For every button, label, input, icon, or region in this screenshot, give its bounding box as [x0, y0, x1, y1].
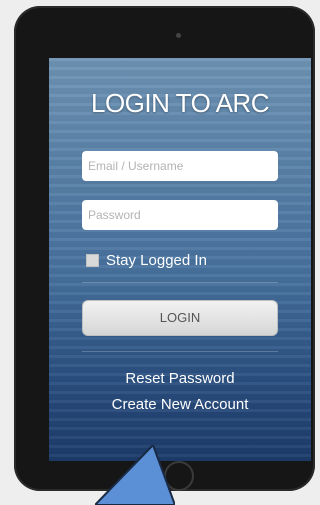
camera-icon — [176, 33, 181, 38]
pointer-arrow-icon — [95, 445, 175, 505]
divider — [82, 351, 278, 352]
password-field[interactable] — [82, 200, 278, 230]
page-title: LOGIN TO ARC — [91, 88, 269, 118]
reset-password-link[interactable]: Reset Password — [49, 370, 311, 387]
stay-logged-in-checkbox[interactable] — [86, 254, 99, 267]
create-account-link[interactable]: Create New Account — [49, 396, 311, 413]
login-button[interactable]: LOGIN — [82, 300, 278, 336]
stay-logged-in-label: Stay Logged In — [106, 252, 207, 269]
email-field[interactable] — [82, 151, 278, 181]
login-screen: LOGIN TO ARC Stay Logged In LOGIN Reset … — [49, 58, 311, 461]
stay-logged-in-option[interactable]: Stay Logged In — [86, 252, 207, 269]
divider — [82, 282, 278, 283]
tablet-frame: LOGIN TO ARC Stay Logged In LOGIN Reset … — [14, 6, 315, 491]
